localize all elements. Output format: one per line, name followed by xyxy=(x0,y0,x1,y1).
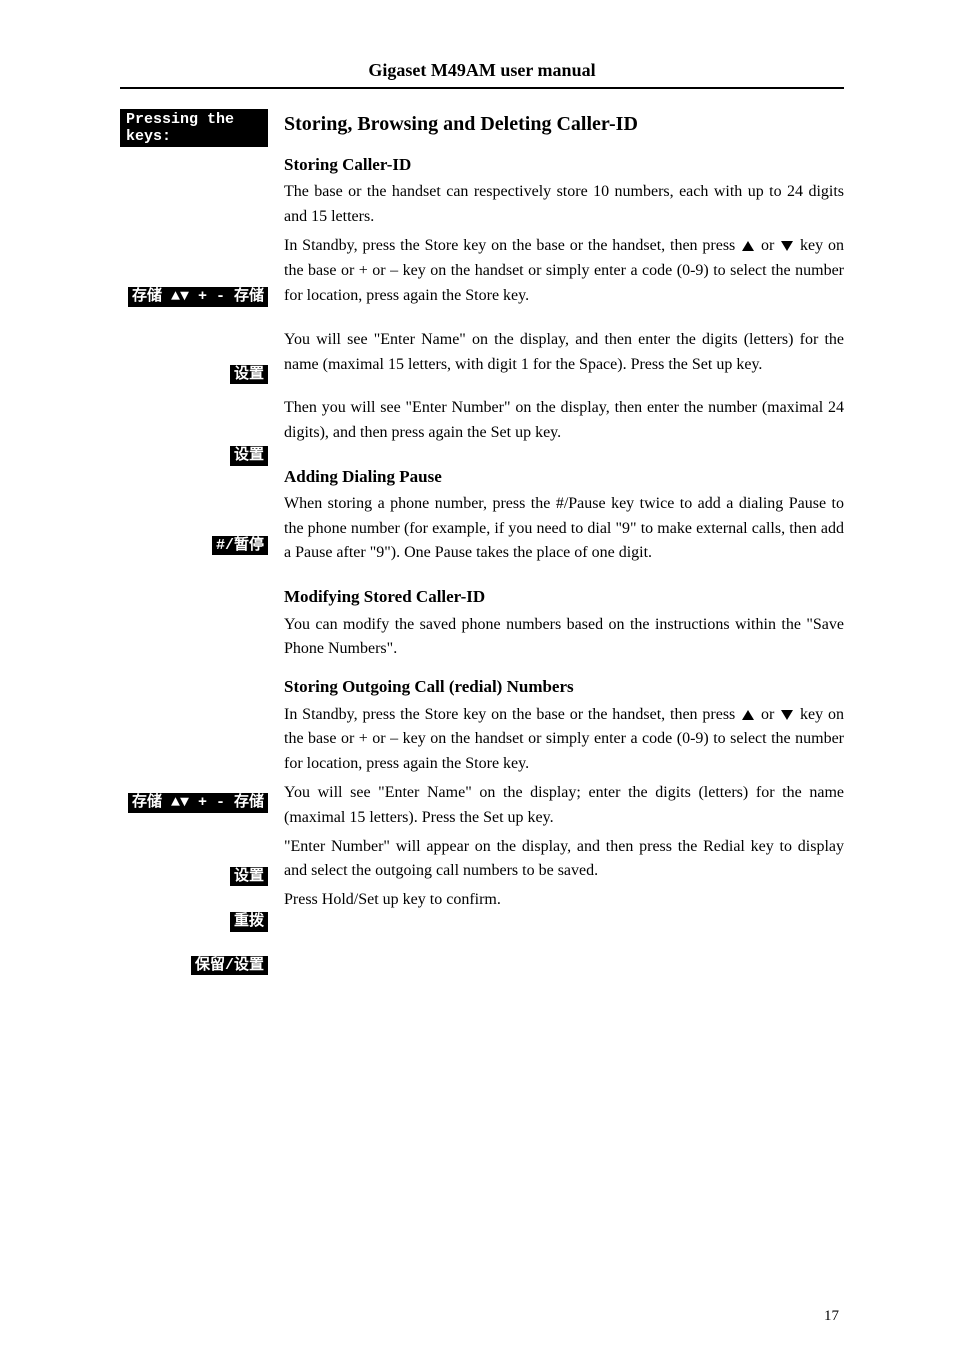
subheading-pause: Adding Dialing Pause xyxy=(284,464,844,490)
body-text: You can modify the saved phone numbers b… xyxy=(284,613,844,663)
running-header: Gigaset M49AM user manual xyxy=(120,60,844,89)
pressing-keys-label: Pressing the keys: xyxy=(120,109,268,147)
body-text: Press Hold/Set up key to confirm. xyxy=(284,888,844,913)
setup-key-icon: 设置 xyxy=(230,365,268,385)
section-heading: Storing, Browsing and Deleting Caller-ID xyxy=(284,109,844,140)
body-text: In Standby, press the Store key on the b… xyxy=(284,234,844,308)
body-text: You will see "Enter Name" on the display… xyxy=(284,781,844,831)
text-fragment: or xyxy=(756,706,779,723)
redial-key-icon: 重拨 xyxy=(230,912,268,932)
setup-key-icon: 设置 xyxy=(230,446,268,466)
triangle-down-icon xyxy=(781,710,793,720)
subheading-modify: Modifying Stored Caller-ID xyxy=(284,584,844,610)
subheading-outgoing: Storing Outgoing Call (redial) Numbers xyxy=(284,674,844,700)
store-nav-key-icon: 存储 ▲▼ + - 存储 xyxy=(128,793,268,813)
body-text: In Standby, press the Store key on the b… xyxy=(284,703,844,777)
triangle-up-icon xyxy=(742,710,754,720)
text-fragment: In Standby, press the Store key on the b… xyxy=(284,706,740,723)
triangle-up-icon xyxy=(742,241,754,251)
body-text: "Enter Number" will appear on the displa… xyxy=(284,835,844,885)
subheading-storing: Storing Caller-ID xyxy=(284,152,844,178)
body-text: Then you will see "Enter Number" on the … xyxy=(284,396,844,446)
text-fragment: or xyxy=(756,237,779,254)
text-fragment: In Standby, press the Store key on the b… xyxy=(284,237,740,254)
body-text: You will see "Enter Name" on the display… xyxy=(284,328,844,378)
body-text: The base or the handset can respectively… xyxy=(284,180,844,230)
setup-key-icon: 设置 xyxy=(230,867,268,887)
hash-pause-key-icon: #/暂停 xyxy=(212,536,268,556)
page-number: 17 xyxy=(824,1308,839,1325)
triangle-down-icon xyxy=(781,241,793,251)
body-text: When storing a phone number, press the #… xyxy=(284,492,844,566)
store-nav-key-icon: 存储 ▲▼ + - 存储 xyxy=(128,287,268,307)
hold-setup-key-icon: 保留/设置 xyxy=(191,956,268,976)
